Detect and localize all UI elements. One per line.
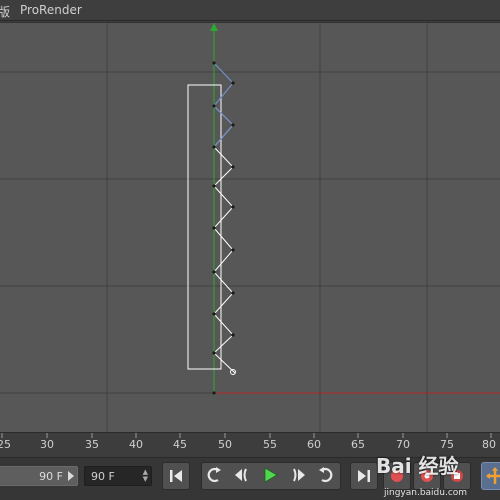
move-tool-icon xyxy=(486,467,500,484)
menu-item-cut[interactable]: 版 xyxy=(0,3,10,20)
play-icon xyxy=(264,467,278,483)
next-key-button[interactable] xyxy=(285,462,313,490)
viewport-canvas xyxy=(0,23,500,432)
zigzag-spline[interactable] xyxy=(213,105,236,374)
prev-key-button[interactable] xyxy=(229,462,257,490)
loop-icon xyxy=(207,467,221,483)
watermark-main: Bai 经验 xyxy=(376,454,459,478)
spinner-arrows-icon[interactable]: ▲ ▼ xyxy=(143,469,148,483)
loop-back-button[interactable] xyxy=(201,462,229,490)
loop-forward-button[interactable] xyxy=(313,462,341,490)
playback-group xyxy=(201,462,341,490)
menu-item-prorender[interactable]: ProRender xyxy=(20,3,82,17)
timeline-tick-label: 30 xyxy=(40,438,54,451)
loop-forward-icon xyxy=(319,467,333,483)
start-frame-field[interactable]: 90 F xyxy=(0,466,78,486)
timeline-tick-label: 65 xyxy=(351,438,365,451)
timeline-tick-label: 80 xyxy=(482,438,496,451)
viewport[interactable] xyxy=(0,22,500,432)
spline-end-handle[interactable] xyxy=(230,369,236,375)
timeline-tick-label: 60 xyxy=(307,438,321,451)
timeline-tick-label: 45 xyxy=(173,438,187,451)
menubar: 版 ProRender xyxy=(0,0,500,21)
move-tool-button[interactable] xyxy=(481,462,500,490)
timeline-tick-label: 35 xyxy=(85,438,99,451)
watermark-sub: jingyan.baidu.com xyxy=(384,488,468,498)
prev-key-icon xyxy=(235,468,247,482)
go-to-end-button[interactable] xyxy=(350,462,378,490)
start-frame-value: 90 F xyxy=(39,470,63,483)
rectangle-spline[interactable] xyxy=(187,84,222,370)
end-frame-value: 90 F xyxy=(91,470,115,483)
viewport-grid xyxy=(0,23,500,432)
play-arrow-icon[interactable] xyxy=(68,471,74,481)
timeline-tick-label: 25 xyxy=(0,438,11,451)
timeline-tick-label: 40 xyxy=(129,438,143,451)
y-axis-arrow xyxy=(210,23,218,31)
timeline-tick-label: 55 xyxy=(263,438,277,451)
next-key-icon xyxy=(293,468,305,482)
go-to-end-icon xyxy=(358,470,370,482)
timeline-tick-label: 50 xyxy=(218,438,232,451)
go-to-start-button[interactable] xyxy=(162,462,190,490)
end-frame-field[interactable]: 90 F ▲ ▼ xyxy=(84,466,152,486)
play-button[interactable] xyxy=(257,462,285,490)
go-to-start-icon xyxy=(170,470,182,482)
zigzag-spline-selected xyxy=(213,62,234,148)
